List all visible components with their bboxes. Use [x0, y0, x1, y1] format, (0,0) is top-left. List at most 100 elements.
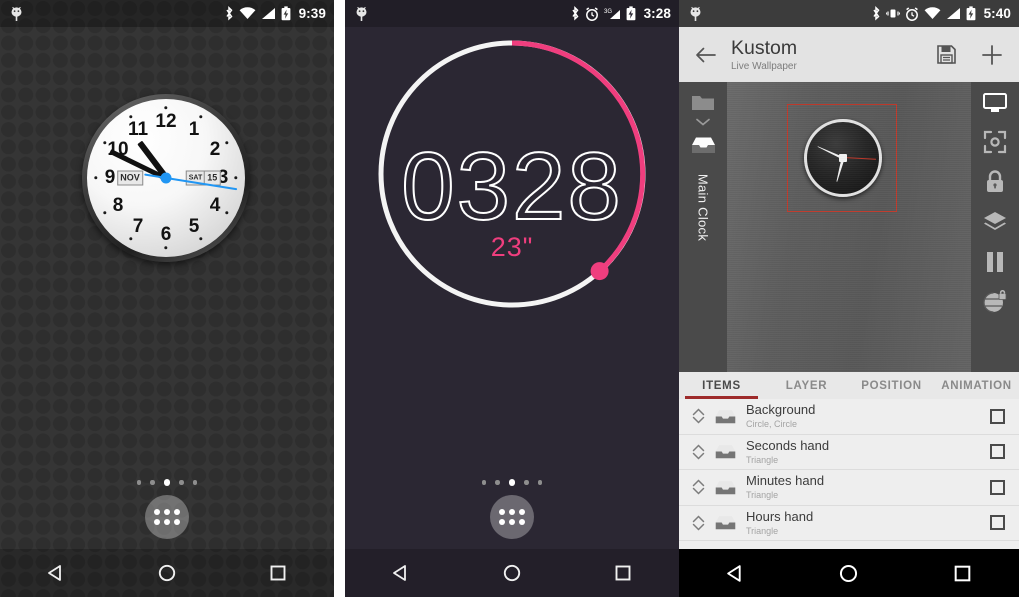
page-dot[interactable] [179, 480, 184, 485]
globe-lock-icon[interactable] [982, 290, 1008, 314]
tab-animation[interactable]: ANIMATION [934, 372, 1019, 399]
reorder-handle[interactable] [687, 443, 709, 461]
nav-back-button[interactable] [373, 554, 429, 592]
page-dot[interactable] [150, 480, 155, 485]
item-subtitle: Triangle [746, 490, 779, 501]
panel-divider [334, 0, 345, 597]
save-icon [937, 45, 956, 64]
preview-area[interactable]: Main Clock [679, 82, 1019, 372]
nav-back-button[interactable] [28, 554, 84, 592]
nav-back-button[interactable] [708, 554, 764, 592]
ring-clock-widget[interactable]: 0328 23" [374, 36, 650, 312]
status-right-icons: 9:39 [224, 6, 326, 21]
table-row[interactable]: Seconds hand Triangle [679, 435, 1019, 470]
tab-items[interactable]: ITEMS [679, 372, 764, 399]
home-circle-icon [158, 564, 176, 582]
app-bar: Kustom Live Wallpaper [679, 27, 1019, 82]
wifi-icon [239, 7, 255, 19]
table-row[interactable]: Hours hand Triangle [679, 506, 1019, 541]
reorder-handle[interactable] [687, 478, 709, 496]
wifi-icon [924, 7, 940, 19]
clock-tick [225, 141, 229, 145]
inbox-icon[interactable] [690, 135, 717, 155]
status-bar-clock: 9:39 [298, 6, 326, 21]
item-subtitle: Triangle [746, 525, 779, 536]
android-head-icon [356, 6, 367, 21]
preview-clock-face [804, 119, 882, 197]
inbox-icon [714, 479, 737, 496]
month-text: NOV [120, 172, 140, 183]
clock-tick [164, 246, 168, 250]
preview-clock[interactable] [804, 119, 882, 197]
nav-recents-button[interactable] [250, 554, 306, 592]
table-row[interactable]: Minutes hand Triangle [679, 470, 1019, 506]
kustom-editor-screen: 5:40 Kustom Live Wallpaper Main Clock IT… [679, 0, 1019, 597]
item-checkbox[interactable] [990, 479, 1005, 495]
page-dot[interactable] [481, 480, 487, 485]
android-head-icon [11, 6, 22, 21]
page-dot-active[interactable] [163, 479, 171, 486]
nav-home-button[interactable] [484, 554, 540, 592]
editor-tabs: ITEMS LAYER POSITION ANIMATION [679, 372, 1019, 399]
navigation-bar-analog [0, 549, 334, 597]
page-dot-active[interactable] [508, 479, 516, 486]
nav-recents-button[interactable] [934, 554, 990, 592]
sort-updown-icon [692, 444, 704, 460]
item-checkbox[interactable] [990, 408, 1005, 424]
clock-tick [164, 106, 168, 110]
page-dot[interactable] [537, 480, 543, 485]
status-right-icons: 5:40 [871, 6, 1011, 21]
clock-tick [199, 115, 203, 119]
add-icon [982, 44, 1002, 65]
add-button[interactable] [981, 44, 1003, 66]
right-rail [971, 82, 1019, 372]
bluetooth-icon [225, 6, 233, 21]
nav-recents-button[interactable] [595, 554, 651, 592]
signal-3g-icon: 3G [604, 9, 620, 19]
sort-updown-icon [692, 408, 704, 424]
clock-tick [234, 176, 238, 180]
pause-icon[interactable] [984, 250, 1006, 274]
lock-icon[interactable] [984, 170, 1006, 194]
monitor-icon[interactable] [982, 92, 1008, 114]
reorder-handle[interactable] [687, 514, 709, 532]
app-bar-titles: Kustom Live Wallpaper [731, 38, 797, 72]
recents-square-icon [954, 565, 971, 581]
reorder-handle[interactable] [687, 407, 709, 425]
app-drawer-button[interactable] [145, 495, 189, 539]
phone-screen-analog-clock: 9:39 12 1 2 3 4 5 6 7 8 9 10 11 NOV SAT … [0, 0, 334, 597]
layers-icon[interactable] [982, 210, 1008, 234]
page-dot[interactable] [495, 480, 500, 485]
nav-home-button[interactable] [821, 554, 877, 592]
nav-home-button[interactable] [139, 554, 195, 592]
clock-numeral-12: 12 [155, 111, 177, 132]
digital-seconds-text: 23" [490, 232, 534, 262]
back-button[interactable] [691, 40, 721, 70]
folder-icon[interactable] [691, 92, 715, 112]
page-dot[interactable] [524, 480, 529, 485]
item-checkbox[interactable] [990, 444, 1005, 460]
app-drawer-button[interactable] [490, 495, 534, 539]
tab-layer[interactable]: LAYER [764, 372, 849, 399]
page-dot[interactable] [136, 480, 142, 485]
table-row[interactable]: Background Circle, Circle [679, 399, 1019, 435]
right-rail-icons [971, 82, 1019, 314]
item-checkbox[interactable] [990, 515, 1005, 531]
inbox-icon [714, 514, 737, 531]
page-dot[interactable] [192, 480, 198, 485]
clock-numeral-11: 11 [127, 119, 149, 140]
analog-clock-widget[interactable]: 12 1 2 3 4 5 6 7 8 9 10 11 NOV SAT 15 [82, 94, 250, 262]
clock-numeral-6: 6 [160, 224, 172, 245]
preview-clock-hub [839, 154, 847, 162]
save-button[interactable] [936, 44, 957, 65]
preview-canvas[interactable] [727, 82, 971, 372]
selection-box[interactable] [787, 104, 897, 212]
chevron-down-icon[interactable] [694, 116, 712, 128]
focus-crop-icon[interactable] [983, 130, 1007, 154]
clock-numeral-2: 2 [209, 139, 221, 160]
clock-numeral-5: 5 [188, 216, 200, 237]
status-bar-digital: 3G 3:28 [345, 0, 679, 27]
tab-position[interactable]: POSITION [849, 372, 934, 399]
sort-updown-icon [692, 479, 704, 495]
inbox-icon [714, 408, 737, 425]
